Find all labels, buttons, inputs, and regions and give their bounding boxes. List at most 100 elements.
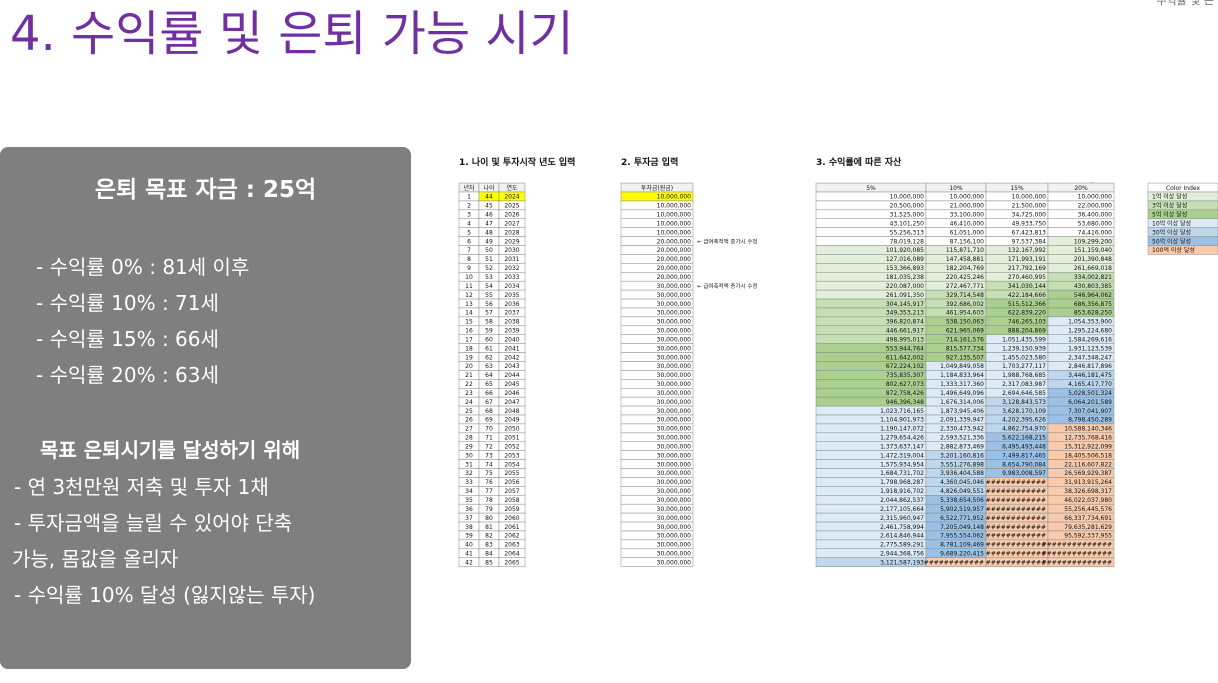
cell-value: 802,627,073 xyxy=(886,381,924,388)
table-cell xyxy=(498,503,526,514)
table-cell xyxy=(925,379,987,389)
cell-value: 2030 xyxy=(504,247,519,254)
table-cell xyxy=(925,298,987,309)
cell-value: 2041 xyxy=(504,345,519,352)
cell-value: 171,993,191 xyxy=(1008,256,1046,263)
table-cell xyxy=(1047,530,1115,541)
cell-value: 270,460,995 xyxy=(1008,274,1046,281)
table-cell xyxy=(498,334,526,344)
table-cell xyxy=(498,396,526,407)
header-label: 나이 xyxy=(483,184,494,192)
cell-value: 621,965,069 xyxy=(946,328,984,335)
cell-value: 15 xyxy=(465,319,473,326)
table-cell xyxy=(985,263,1049,273)
table-cell xyxy=(815,387,927,398)
cell-value: 5,028,501,324 xyxy=(1068,390,1112,397)
table-cell xyxy=(458,307,480,318)
table-cell xyxy=(985,236,1049,246)
table-cell xyxy=(925,352,987,362)
table-cell xyxy=(478,370,500,380)
table-cell xyxy=(478,495,500,505)
cell-value: 72 xyxy=(485,443,493,450)
cell-value: 50 xyxy=(485,247,493,254)
cell-value: 8,781,109,469 xyxy=(940,542,984,549)
color-index-swatch xyxy=(1147,236,1218,246)
cell-value: 2045 xyxy=(504,381,519,388)
cell-value: 4 xyxy=(467,220,471,227)
table-cell xyxy=(458,227,480,237)
table-cell xyxy=(458,352,480,362)
table-cell xyxy=(498,361,526,371)
cell-value: 79,635,281,629 xyxy=(1064,524,1112,531)
goal-line: 가능, 몸값을 올리자 xyxy=(12,547,179,571)
cell-value: 2,315,960,947 xyxy=(880,515,924,522)
table-cell xyxy=(620,512,694,523)
table-cell xyxy=(925,414,987,425)
cell-value: 95,592,337,955 xyxy=(1064,533,1112,540)
cell-value: 611,642,002 xyxy=(886,354,924,361)
cell-value: 3,121,587,193 xyxy=(880,559,924,566)
table-cell xyxy=(620,486,694,496)
cell-value: 672,224,102 xyxy=(886,363,924,370)
table-cell xyxy=(985,405,1049,416)
cell-value: 1,190,147,072 xyxy=(880,426,924,433)
table-cell xyxy=(985,414,1049,425)
table-cell xyxy=(620,307,694,318)
cell-value: 2,044,862,537 xyxy=(880,497,924,504)
color-index-swatch xyxy=(1147,209,1218,220)
return-line: - 수익률 0% : 81세 이후 xyxy=(36,255,250,279)
table-cell xyxy=(1047,450,1115,460)
table-cell xyxy=(925,263,987,273)
table-cell xyxy=(1047,307,1115,318)
return-line: - 수익률 10% : 71세 xyxy=(36,291,219,315)
table-cell xyxy=(498,432,526,443)
header-label: 15% xyxy=(1010,185,1024,192)
table-cell xyxy=(458,441,480,451)
table-cell xyxy=(620,477,694,487)
cell-value: 87,156,100 xyxy=(950,238,985,245)
cell-value: 15,312,922,099 xyxy=(1064,443,1112,450)
table-cell xyxy=(1047,503,1115,514)
header-cell xyxy=(985,182,1049,193)
cell-value: 446,661,917 xyxy=(886,328,924,335)
cell-value: 46,022,037,980 xyxy=(1064,497,1112,504)
cell-value: ############## xyxy=(1042,551,1112,558)
cell-value: 37 xyxy=(465,515,473,522)
table-cell xyxy=(815,459,927,469)
table-cell xyxy=(620,263,694,273)
cell-value: 1,496,649,096 xyxy=(940,390,984,397)
cell-value: 34 xyxy=(465,488,473,495)
table-cell xyxy=(478,307,500,318)
header-cell xyxy=(458,182,480,193)
header-label: 10% xyxy=(949,185,963,192)
table-cell xyxy=(925,370,987,380)
table-cell xyxy=(458,254,480,264)
table-cell xyxy=(985,334,1049,344)
cell-value: 85 xyxy=(485,559,493,566)
table-cell xyxy=(478,450,500,460)
table-cell xyxy=(925,405,987,416)
cell-value: 12 xyxy=(465,292,473,299)
cell-value: 30,000,000 xyxy=(657,542,692,549)
cell-value: 77 xyxy=(485,488,493,495)
color-index-swatch xyxy=(1147,245,1218,255)
cell-value: 10,000,000 xyxy=(657,220,692,227)
cell-value: 16 xyxy=(465,328,473,335)
cell-value: 2033 xyxy=(504,274,519,281)
cell-value: 2039 xyxy=(504,328,519,335)
table-cell xyxy=(925,557,987,567)
table-cell xyxy=(1047,227,1115,237)
page-title: 4. 수익률 및 은퇴 가능 시기 xyxy=(10,6,574,62)
table-cell xyxy=(1047,405,1115,416)
table-cell xyxy=(498,280,526,291)
table-cell xyxy=(1047,334,1115,344)
table-cell xyxy=(985,370,1049,380)
header-label: 5% xyxy=(866,185,876,192)
table-cell xyxy=(815,218,927,228)
table-cell xyxy=(1047,521,1115,532)
cell-value: 23 xyxy=(465,390,473,397)
cell-value: 64 xyxy=(485,372,493,379)
table-cell xyxy=(498,405,526,416)
table-cell xyxy=(985,495,1049,505)
cell-value: 31,525,000 xyxy=(890,212,925,219)
